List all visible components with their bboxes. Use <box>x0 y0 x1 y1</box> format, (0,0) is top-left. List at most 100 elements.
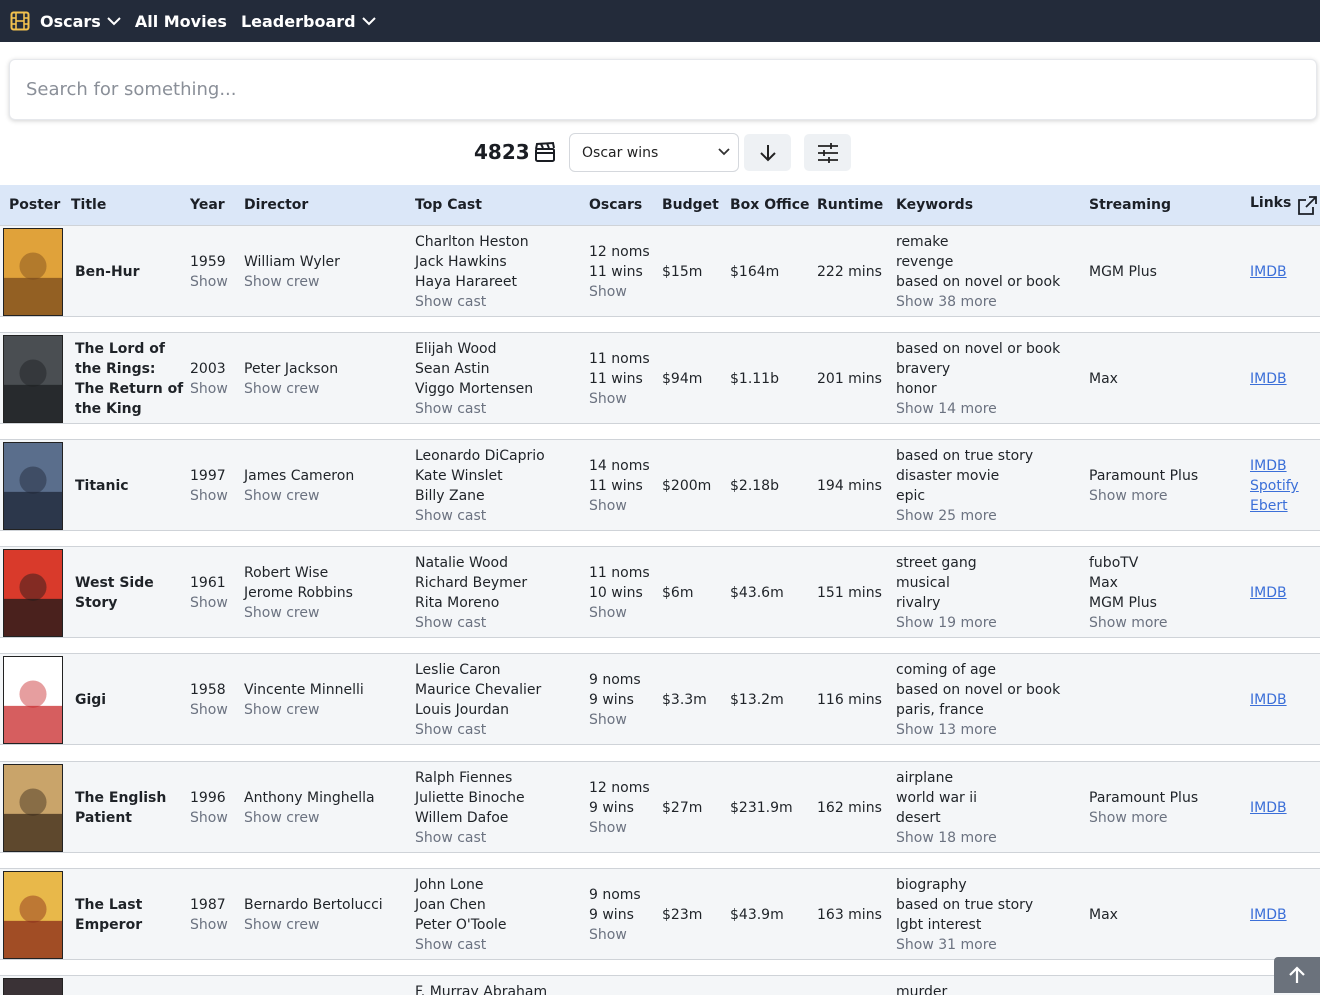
movie-title-line[interactable]: The English <box>75 788 166 808</box>
show-crew-link[interactable]: Show crew <box>244 272 340 292</box>
oscars-show-link[interactable]: Show <box>589 710 641 730</box>
show-crew-link[interactable]: Show crew <box>244 603 353 623</box>
show-crew-link[interactable]: Show crew <box>244 700 364 720</box>
header-keywords[interactable]: Keywords <box>896 197 973 213</box>
header-top-cast[interactable]: Top Cast <box>415 197 482 213</box>
header-runtime[interactable]: Runtime <box>817 197 883 213</box>
year-show-link[interactable]: Show <box>190 272 228 292</box>
external-link[interactable]: IMDB <box>1250 262 1287 282</box>
show-crew-link[interactable]: Show crew <box>244 379 338 399</box>
keywords-show-more-link[interactable]: Show 31 more <box>896 935 1033 955</box>
header-box-office[interactable]: Box Office <box>730 197 810 213</box>
sort-direction-button[interactable] <box>744 134 791 171</box>
oscars-show-link[interactable]: Show <box>589 282 650 302</box>
external-link[interactable]: Spotify <box>1250 476 1299 496</box>
header-streaming[interactable]: Streaming <box>1089 197 1171 213</box>
oscars-show-link[interactable]: Show <box>589 818 650 838</box>
header-director[interactable]: Director <box>244 197 308 213</box>
budget-value: $15m <box>662 264 703 280</box>
show-cast-link[interactable]: Show cast <box>415 399 533 419</box>
movie-title-line[interactable]: Story <box>75 593 154 613</box>
external-link[interactable]: IMDB <box>1250 690 1287 710</box>
show-crew-link[interactable]: Show crew <box>244 808 375 828</box>
movie-title-line[interactable]: The Last <box>75 895 142 915</box>
year-show-link[interactable]: Show <box>190 593 228 613</box>
oscars-show-link[interactable]: Show <box>589 603 650 623</box>
year-show-link[interactable]: Show <box>190 808 228 828</box>
header-oscars[interactable]: Oscars <box>589 197 642 213</box>
table-row[interactable]: West Side Story 1961 Show Robert Wise Jerome … <box>0 546 1320 638</box>
budget-cell: $200m <box>662 440 711 532</box>
filter-settings-button[interactable] <box>804 134 851 171</box>
table-row[interactable]: Titanic 1997 Show James Cameron Show crew Leo… <box>0 439 1320 531</box>
movie-title-line[interactable]: The Lord of <box>75 339 183 359</box>
movie-title-line[interactable]: Patient <box>75 808 166 828</box>
movie-title-line[interactable]: Emperor <box>75 915 142 935</box>
movie-poster[interactable] <box>3 549 63 637</box>
show-cast-link[interactable]: Show cast <box>415 828 525 848</box>
oscars-show-link[interactable]: Show <box>589 496 650 516</box>
external-link[interactable]: IMDB <box>1250 583 1287 603</box>
nav-all-movies[interactable]: All Movies <box>135 12 227 31</box>
movie-poster[interactable] <box>3 978 63 995</box>
year-show-link[interactable]: Show <box>190 379 228 399</box>
streaming-show-more-link[interactable]: Show more <box>1089 486 1198 506</box>
keywords-show-more-link[interactable]: Show 13 more <box>896 720 1060 740</box>
movie-poster[interactable] <box>3 764 63 852</box>
movie-title-line[interactable]: West Side <box>75 573 154 593</box>
search-input[interactable] <box>9 59 1317 120</box>
movie-poster[interactable] <box>3 335 63 423</box>
show-cast-link[interactable]: Show cast <box>415 613 527 633</box>
table-row[interactable]: F. Murray Abraham murder <box>0 975 1320 995</box>
poster-image <box>4 229 62 315</box>
header-title[interactable]: Title <box>71 197 106 213</box>
movie-title-line[interactable]: Gigi <box>75 690 106 710</box>
header-budget[interactable]: Budget <box>662 197 719 213</box>
external-link[interactable]: IMDB <box>1250 905 1287 925</box>
movie-poster[interactable] <box>3 871 63 959</box>
movie-poster[interactable] <box>3 656 63 744</box>
scroll-to-top-button[interactable] <box>1274 957 1320 993</box>
external-link[interactable]: Ebert <box>1250 496 1299 516</box>
show-crew-link[interactable]: Show crew <box>244 486 354 506</box>
table-row[interactable]: The English Patient 1996 Show Anthony Minghe… <box>0 761 1320 853</box>
keywords-show-more-link[interactable]: Show 18 more <box>896 828 997 848</box>
show-cast-link[interactable]: Show cast <box>415 292 529 312</box>
movie-poster[interactable] <box>3 442 63 530</box>
nav-oscars-menu[interactable]: Oscars <box>40 12 121 31</box>
external-link[interactable]: IMDB <box>1250 798 1287 818</box>
header-year[interactable]: Year <box>190 197 225 213</box>
movie-title-line[interactable]: Titanic <box>75 476 129 496</box>
year-show-link[interactable]: Show <box>190 700 228 720</box>
show-crew-link[interactable]: Show crew <box>244 915 383 935</box>
table-row[interactable]: Ben-Hur 1959 Show William Wyler Show crew Cha… <box>0 225 1320 317</box>
external-link-icon[interactable] <box>1296 195 1318 217</box>
oscars-show-link[interactable]: Show <box>589 925 641 945</box>
header-poster[interactable]: Poster <box>9 197 60 213</box>
year-show-link[interactable]: Show <box>190 486 228 506</box>
oscars-show-link[interactable]: Show <box>589 389 650 409</box>
external-link[interactable]: IMDB <box>1250 456 1299 476</box>
table-row[interactable]: The Lord of the Rings: The Return of the Ki… <box>0 332 1320 424</box>
streaming-show-more-link[interactable]: Show more <box>1089 808 1198 828</box>
movie-poster[interactable] <box>3 228 63 316</box>
show-cast-link[interactable]: Show cast <box>415 935 507 955</box>
movie-title-line[interactable]: the King <box>75 399 183 419</box>
external-link[interactable]: IMDB <box>1250 369 1287 389</box>
movie-title-line[interactable]: the Rings: <box>75 359 183 379</box>
movie-title-line[interactable]: The Return of <box>75 379 183 399</box>
show-cast-link[interactable]: Show cast <box>415 720 541 740</box>
streaming-show-more-link[interactable]: Show more <box>1089 613 1168 633</box>
show-cast-link[interactable]: Show cast <box>415 506 545 526</box>
header-links[interactable]: Links <box>1250 195 1291 211</box>
keywords-show-more-link[interactable]: Show 14 more <box>896 399 1060 419</box>
keywords-show-more-link[interactable]: Show 19 more <box>896 613 997 633</box>
keywords-show-more-link[interactable]: Show 38 more <box>896 292 1060 312</box>
year-show-link[interactable]: Show <box>190 915 228 935</box>
sort-select[interactable]: Oscar wins <box>569 133 739 172</box>
table-row[interactable]: Gigi 1958 Show Vincente Minnelli Show crew Le… <box>0 653 1320 745</box>
nav-leaderboard-menu[interactable]: Leaderboard <box>241 12 376 31</box>
movie-title-line[interactable]: Ben-Hur <box>75 262 140 282</box>
keywords-show-more-link[interactable]: Show 25 more <box>896 506 1033 526</box>
table-row[interactable]: The Last Emperor 1987 Show Bernardo Bertoluc… <box>0 868 1320 960</box>
